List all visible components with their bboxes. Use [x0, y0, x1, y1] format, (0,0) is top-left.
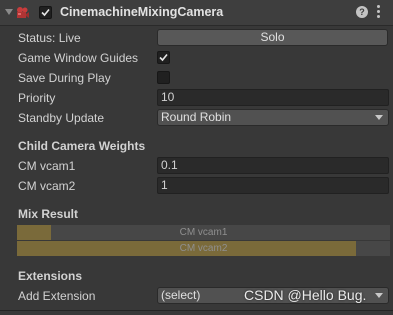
child-weight-label-vcam2: CM vcam2: [18, 179, 76, 193]
child-camera-weights-heading: Child Camera Weights: [18, 139, 146, 153]
dropdown-caret-icon: [375, 115, 383, 120]
dropdown-caret-icon: [375, 293, 383, 298]
child-weight-field-vcam1[interactable]: 0.1: [157, 157, 389, 174]
priority-field[interactable]: 10: [157, 89, 389, 106]
mix-bar-label-vcam1: CM vcam1: [179, 227, 228, 238]
solo-button[interactable]: Solo: [157, 29, 388, 46]
mix-bar-vcam2: CM vcam2: [17, 241, 390, 256]
cinemachine-camera-icon: [17, 7, 29, 18]
divider: [0, 310, 393, 311]
mix-bar-label-vcam2: CM vcam2: [179, 243, 228, 254]
game-window-guides-checkbox[interactable]: [157, 51, 170, 64]
checkmark-icon: [159, 53, 168, 62]
component-header: CinemachineMixingCamera ?: [0, 0, 393, 26]
standby-update-dropdown[interactable]: Round Robin: [157, 109, 389, 126]
status-label: Status: Live: [18, 31, 81, 45]
extensions-heading: Extensions: [18, 269, 83, 283]
help-icon[interactable]: ?: [356, 6, 368, 18]
add-extension-label: Add Extension: [18, 289, 96, 303]
save-during-play-label: Save During Play: [18, 71, 111, 85]
standby-update-value: Round Robin: [161, 110, 232, 124]
priority-label: Priority: [18, 91, 56, 105]
child-weight-field-vcam2[interactable]: 1: [157, 177, 389, 194]
checkmark-icon: [41, 8, 50, 17]
foldout-arrow-icon[interactable]: [5, 9, 13, 15]
mix-result-heading: Mix Result: [18, 207, 79, 221]
save-during-play-checkbox[interactable]: [157, 71, 170, 84]
game-window-guides-label: Game Window Guides: [18, 51, 139, 65]
watermark: CSDN @Hello Bug.: [244, 287, 367, 303]
kebab-menu-icon[interactable]: [377, 5, 381, 21]
component-title: CinemachineMixingCamera: [60, 5, 224, 19]
standby-update-label: Standby Update: [18, 111, 105, 125]
child-weight-label-vcam1: CM vcam1: [18, 159, 76, 173]
component-enabled-checkbox[interactable]: [39, 6, 52, 19]
add-extension-value: (select): [161, 288, 201, 302]
mix-bar-vcam1: CM vcam1: [17, 225, 390, 240]
